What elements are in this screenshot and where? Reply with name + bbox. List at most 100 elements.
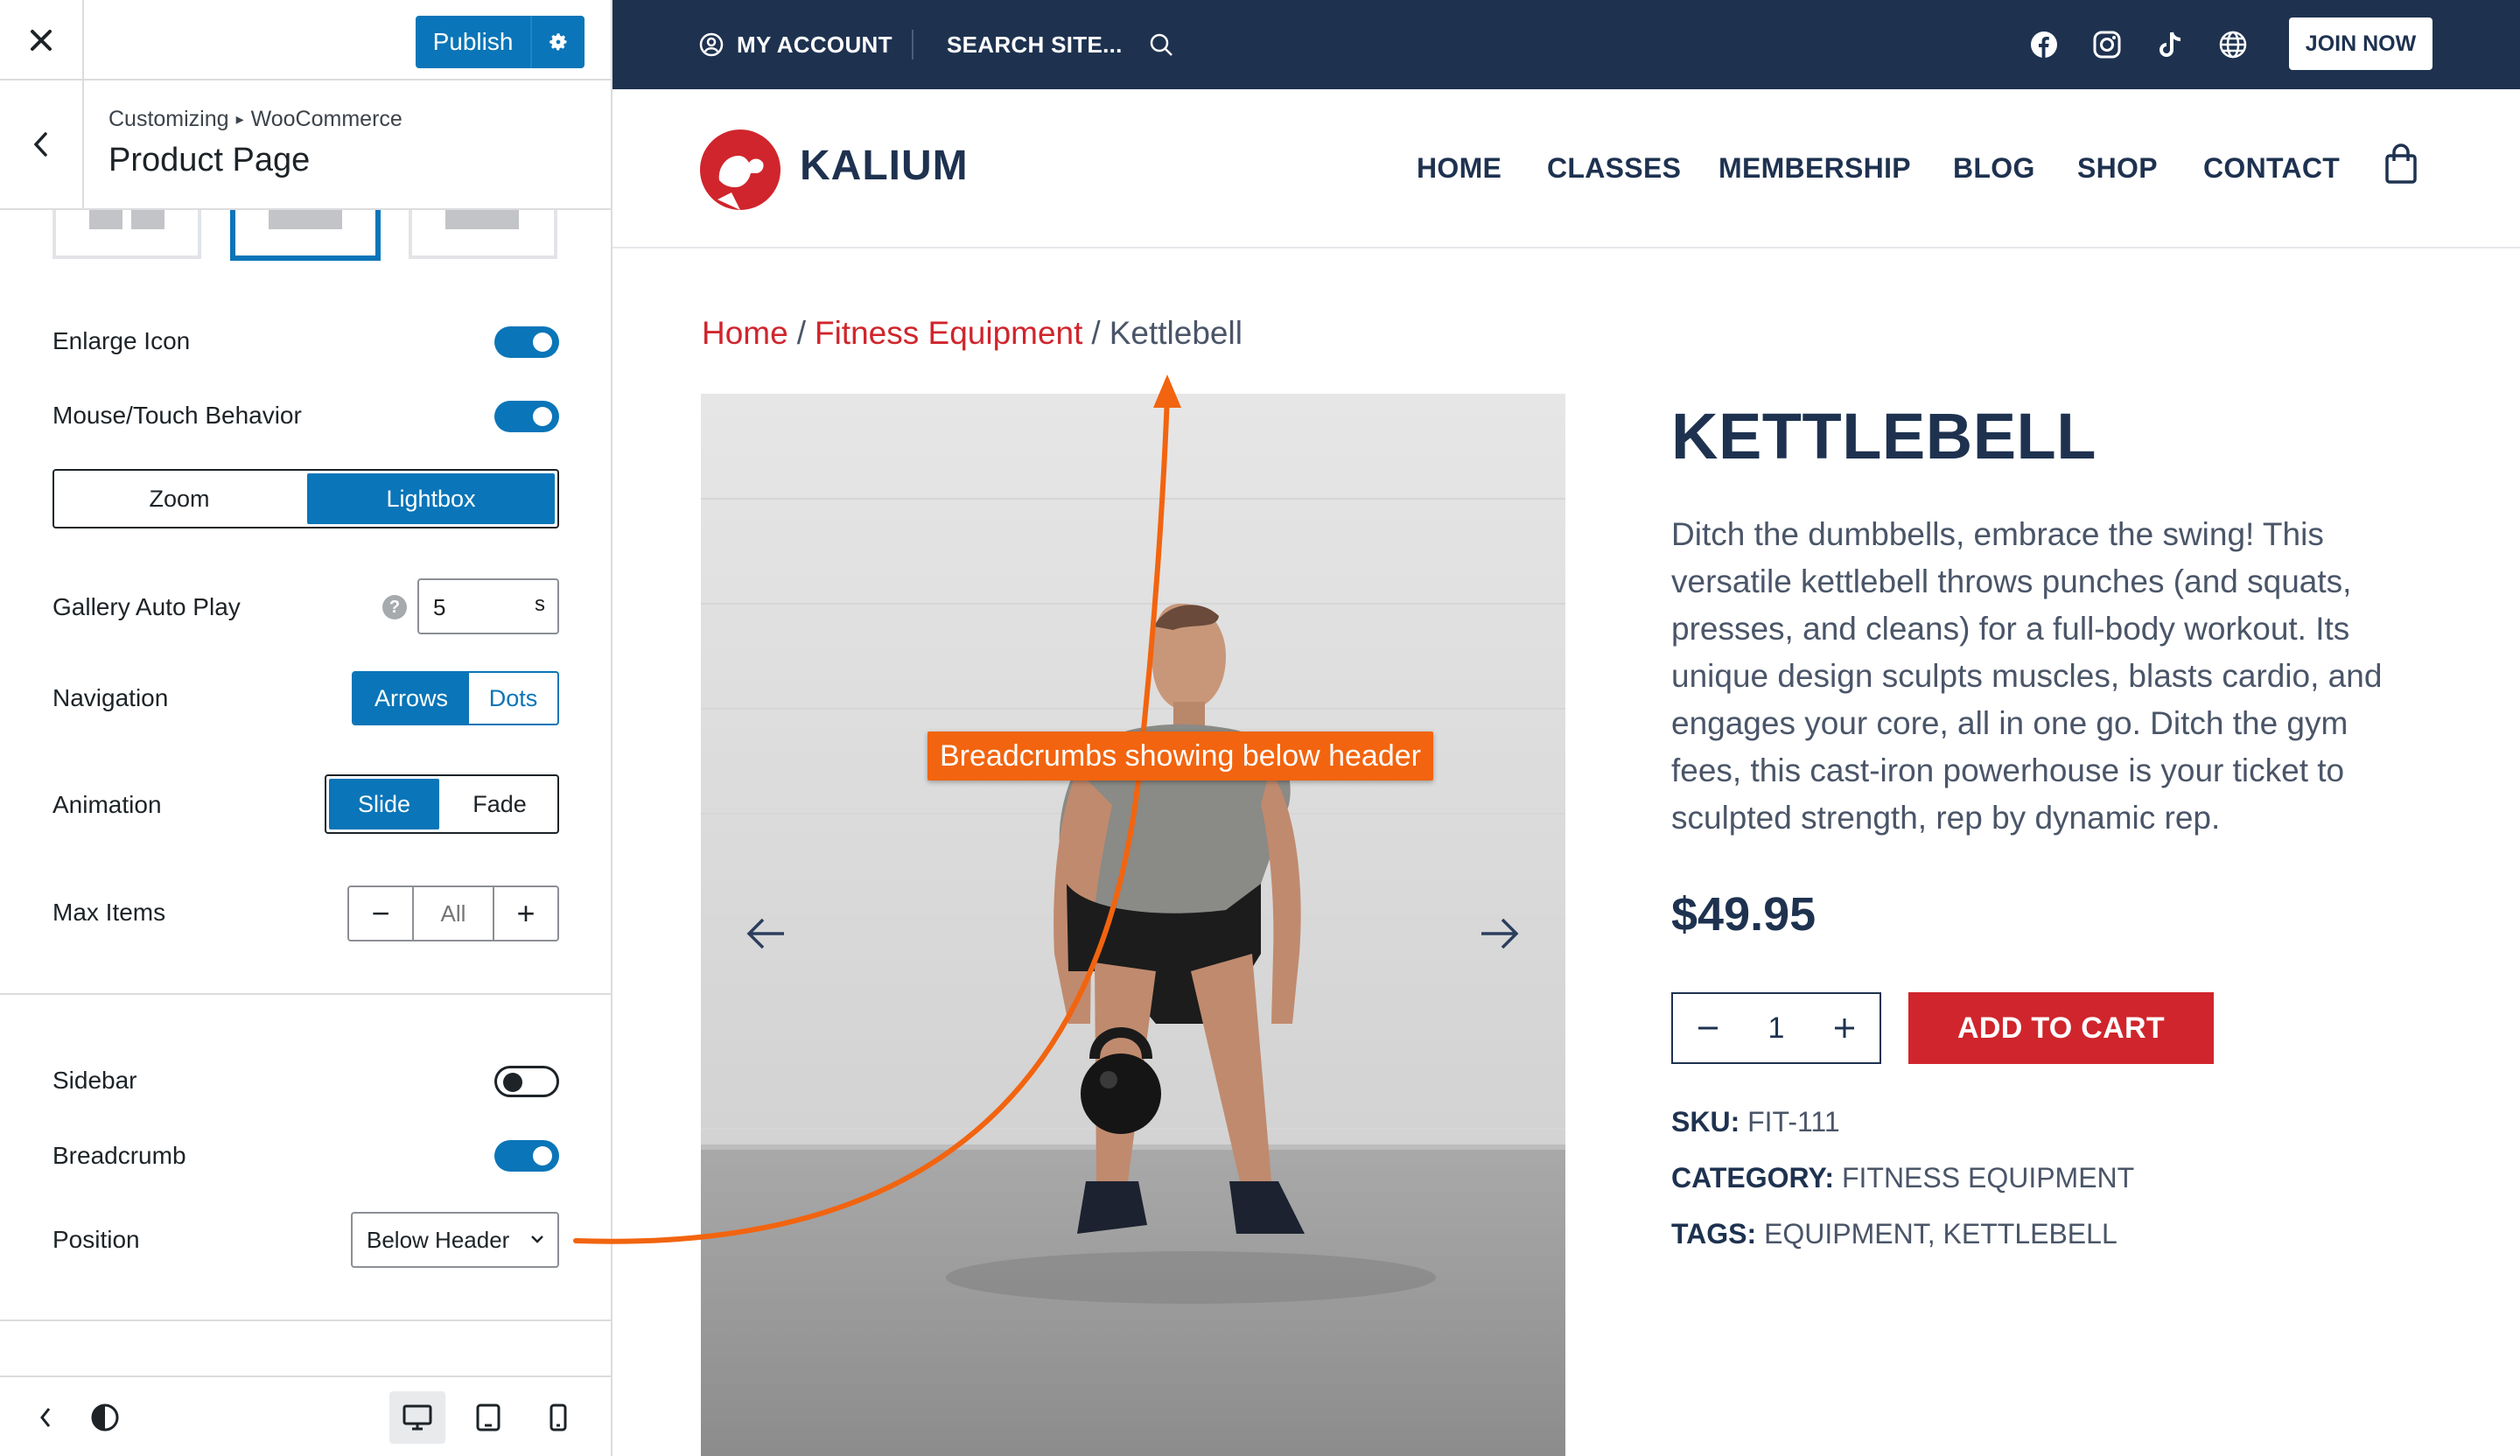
mouse-touch-toggle[interactable] bbox=[494, 401, 559, 432]
fade-option[interactable]: Fade bbox=[442, 776, 557, 832]
product-title: KETTLEBELL bbox=[1671, 400, 2096, 472]
nav-home[interactable]: HOME bbox=[1417, 152, 1502, 185]
breadcrumb-toggle[interactable] bbox=[494, 1140, 559, 1172]
facebook-link[interactable] bbox=[2028, 29, 2060, 60]
navigation-label: Navigation bbox=[52, 684, 169, 711]
position-value: Below Header bbox=[367, 1226, 510, 1253]
sidebar-label: Sidebar bbox=[52, 1067, 137, 1094]
chevron-left-icon bbox=[33, 132, 47, 157]
topbar-separator bbox=[912, 30, 914, 60]
chevron-down-icon bbox=[531, 1236, 543, 1243]
gallery-next-arrow[interactable] bbox=[1478, 914, 1520, 953]
nav-membership[interactable]: MEMBERSHIP bbox=[1718, 152, 1911, 185]
layout-option-3[interactable] bbox=[409, 210, 557, 259]
help-icon[interactable]: ? bbox=[382, 595, 407, 620]
product-tags: TAGS: EQUIPMENT, KETTLEBELL bbox=[1671, 1218, 2118, 1250]
publish-button[interactable]: Publish bbox=[416, 16, 532, 68]
max-items-increment[interactable]: + bbox=[494, 887, 557, 940]
nav-contact[interactable]: CONTACT bbox=[2203, 152, 2340, 185]
tags-label: TAGS: bbox=[1671, 1218, 1757, 1250]
publish-settings-button[interactable] bbox=[532, 16, 584, 68]
search-site-link[interactable]: SEARCH SITE... bbox=[947, 0, 1123, 89]
position-select[interactable]: Below Header bbox=[351, 1212, 559, 1268]
desktop-preview-button[interactable] bbox=[389, 1391, 445, 1444]
instagram-link[interactable] bbox=[2091, 29, 2123, 60]
category-label: CATEGORY: bbox=[1671, 1162, 1835, 1194]
sku-label: SKU: bbox=[1671, 1106, 1740, 1138]
animation-label: Animation bbox=[52, 791, 162, 818]
breadcrumb-separator: / bbox=[1091, 315, 1101, 351]
contrast-toggle[interactable] bbox=[77, 1391, 133, 1444]
join-now-button[interactable]: JOIN NOW bbox=[2289, 18, 2432, 70]
quantity-value[interactable]: 1 bbox=[1743, 1012, 1810, 1046]
arrows-option[interactable]: Arrows bbox=[354, 673, 469, 724]
product-breadcrumbs: Home / Fitness Equipment / Kettlebell bbox=[702, 315, 1242, 352]
quantity-stepper: 1 bbox=[1671, 992, 1881, 1064]
max-items-label: Max Items bbox=[52, 899, 166, 926]
customizer-breadcrumb: Customizing ▸ WooCommerce bbox=[108, 107, 402, 132]
tablet-preview-button[interactable] bbox=[460, 1391, 516, 1444]
tiktok-icon bbox=[2160, 32, 2181, 57]
gallery-autoplay-input[interactable]: 5 s bbox=[417, 578, 559, 634]
gear-icon bbox=[550, 33, 567, 51]
layout-option-2[interactable] bbox=[230, 210, 381, 261]
animation-switch: Slide Fade bbox=[325, 774, 559, 834]
add-to-cart-button[interactable]: ADD TO CART bbox=[1908, 992, 2214, 1064]
enlarge-icon-label: Enlarge Icon bbox=[52, 327, 191, 354]
facebook-icon bbox=[2031, 32, 2057, 58]
sidebar-toggle[interactable] bbox=[494, 1066, 559, 1097]
customizer-panel: Publish Customizing ▸ WooCommerce Product … bbox=[0, 0, 612, 1456]
crumb-separator-icon: ▸ bbox=[235, 110, 244, 128]
kettlebell-photo bbox=[701, 394, 1565, 1456]
close-icon bbox=[31, 30, 52, 51]
max-items-decrement[interactable]: − bbox=[349, 887, 412, 940]
product-price: $49.95 bbox=[1671, 888, 1816, 941]
position-label: Position bbox=[52, 1226, 140, 1253]
annotation-callout: Breadcrumbs showing below header bbox=[928, 732, 1433, 780]
my-account-link[interactable]: MY ACCOUNT bbox=[698, 0, 892, 89]
breadcrumb-category-link[interactable]: Fitness Equipment bbox=[815, 315, 1082, 351]
back-button[interactable] bbox=[0, 80, 84, 208]
slide-option[interactable]: Slide bbox=[329, 779, 439, 830]
quantity-decrement[interactable] bbox=[1673, 1016, 1743, 1040]
globe-icon bbox=[2219, 31, 2247, 59]
panel-title: Product Page bbox=[108, 142, 311, 178]
tiktok-link[interactable] bbox=[2154, 29, 2186, 60]
layout-option-1[interactable] bbox=[52, 210, 201, 259]
section-header: Customizing ▸ WooCommerce Product Page bbox=[0, 80, 611, 210]
mobile-preview-button[interactable] bbox=[530, 1391, 586, 1444]
language-link[interactable] bbox=[2217, 29, 2249, 60]
close-button[interactable] bbox=[0, 0, 84, 80]
tags-links[interactable]: EQUIPMENT, KETTLEBELL bbox=[1764, 1218, 2118, 1250]
kalium-logo-icon bbox=[700, 130, 780, 210]
search-button[interactable] bbox=[1148, 0, 1174, 89]
search-icon bbox=[1150, 33, 1172, 56]
publish-control: Publish bbox=[416, 16, 584, 68]
breadcrumb-label: Breadcrumb bbox=[52, 1142, 186, 1169]
collapse-button[interactable] bbox=[18, 1391, 74, 1444]
dots-option[interactable]: Dots bbox=[469, 673, 557, 724]
autoplay-unit: s bbox=[535, 592, 545, 616]
max-items-value[interactable]: All bbox=[412, 887, 494, 940]
plus-icon bbox=[1835, 1018, 1854, 1038]
site-topbar: MY ACCOUNT SEARCH SITE... JOIN NOW bbox=[612, 0, 2520, 89]
product-gallery-image[interactable] bbox=[701, 394, 1565, 1456]
category-link[interactable]: FITNESS EQUIPMENT bbox=[1842, 1162, 2134, 1194]
chevron-left-icon bbox=[40, 1408, 51, 1427]
breadcrumb-home-link[interactable]: Home bbox=[702, 315, 788, 351]
enlarge-icon-toggle[interactable] bbox=[494, 326, 559, 358]
nav-shop[interactable]: SHOP bbox=[2077, 152, 2158, 185]
gallery-prev-arrow[interactable] bbox=[746, 914, 788, 953]
nav-classes[interactable]: CLASSES bbox=[1547, 152, 1681, 185]
user-icon bbox=[699, 32, 724, 57]
site-logo-text[interactable]: KALIUM bbox=[800, 142, 969, 190]
crumb-root: Customizing bbox=[108, 107, 229, 131]
customizer-top-bar: Publish bbox=[0, 0, 611, 80]
quantity-increment[interactable] bbox=[1810, 1016, 1880, 1040]
zoom-option[interactable]: Zoom bbox=[54, 471, 304, 527]
site-header: KALIUM HOME CLASSES MEMBERSHIP BLOG SHOP… bbox=[612, 89, 2520, 248]
lightbox-option[interactable]: Lightbox bbox=[307, 473, 555, 524]
cart-icon[interactable] bbox=[2384, 144, 2418, 186]
zoom-lightbox-switch: Zoom Lightbox bbox=[52, 469, 559, 528]
nav-blog[interactable]: BLOG bbox=[1953, 152, 2035, 185]
